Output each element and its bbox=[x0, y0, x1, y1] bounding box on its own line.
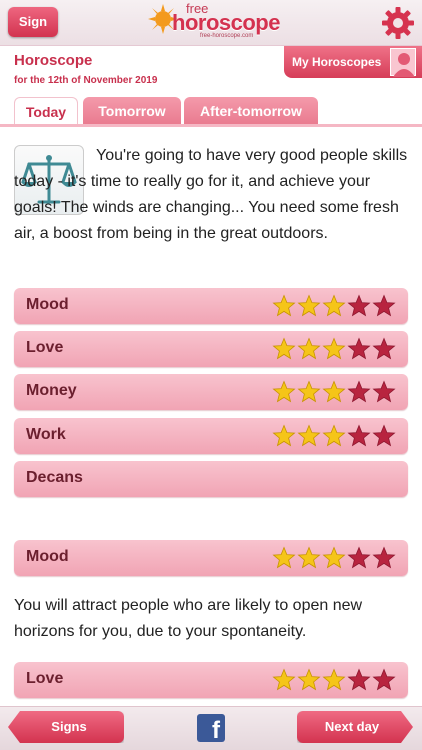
horoscope-text: You're going to have very good people sk… bbox=[14, 147, 408, 242]
rating-row-mood[interactable]: Mood bbox=[14, 288, 408, 324]
detail-row-mood[interactable]: Mood bbox=[14, 540, 408, 576]
star-filled-icon bbox=[297, 424, 321, 447]
star-filled-icon bbox=[297, 294, 321, 317]
rating-label: Mood bbox=[26, 296, 69, 313]
detail-row-love[interactable]: Love bbox=[14, 662, 408, 698]
star-rating bbox=[272, 668, 396, 692]
rating-row-work[interactable]: Work bbox=[14, 418, 408, 454]
star-empty-icon bbox=[347, 668, 371, 691]
star-empty-icon bbox=[372, 337, 396, 360]
sign-button[interactable]: Sign bbox=[8, 7, 58, 37]
star-filled-icon bbox=[322, 294, 346, 317]
star-filled-icon bbox=[272, 546, 296, 569]
rating-row-money[interactable]: Money bbox=[14, 374, 408, 410]
my-horoscopes-label: My Horoscopes bbox=[292, 55, 382, 69]
rating-label: Decans bbox=[26, 469, 83, 486]
star-filled-icon bbox=[272, 380, 296, 403]
detail-label: Mood bbox=[26, 548, 69, 565]
star-empty-icon bbox=[372, 546, 396, 569]
tab-today[interactable]: Today bbox=[14, 97, 78, 125]
star-empty-icon bbox=[347, 294, 371, 317]
rating-label: Money bbox=[26, 382, 77, 399]
page-date: for the 12th of November 2019 bbox=[14, 75, 158, 86]
star-empty-icon bbox=[372, 668, 396, 691]
rating-row-love[interactable]: Love bbox=[14, 331, 408, 367]
my-horoscopes-button[interactable]: My Horoscopes bbox=[284, 46, 422, 78]
star-empty-icon bbox=[347, 337, 371, 360]
star-filled-icon bbox=[322, 337, 346, 360]
star-rating bbox=[272, 424, 396, 448]
star-empty-icon bbox=[347, 424, 371, 447]
star-filled-icon bbox=[297, 546, 321, 569]
star-empty-icon bbox=[347, 380, 371, 403]
star-empty-icon bbox=[347, 546, 371, 569]
star-filled-icon bbox=[272, 337, 296, 360]
facebook-icon[interactable]: f bbox=[197, 714, 225, 742]
signs-button[interactable]: Signs bbox=[8, 711, 124, 743]
avatar bbox=[390, 48, 416, 77]
star-filled-icon bbox=[272, 294, 296, 317]
mood-detail-text: You will attract people who are likely t… bbox=[14, 597, 363, 640]
star-rating bbox=[272, 294, 396, 318]
tab-tomorrow[interactable]: Tomorrow bbox=[83, 97, 181, 125]
star-rating bbox=[272, 546, 396, 570]
star-rating bbox=[272, 380, 396, 404]
gear-icon[interactable] bbox=[381, 6, 415, 40]
star-empty-icon bbox=[372, 294, 396, 317]
user-icon bbox=[393, 53, 415, 77]
star-filled-icon bbox=[322, 668, 346, 691]
star-rating bbox=[272, 337, 396, 361]
star-filled-icon bbox=[297, 668, 321, 691]
star-filled-icon bbox=[322, 546, 346, 569]
tab-divider bbox=[0, 124, 422, 127]
rating-label: Love bbox=[26, 339, 64, 356]
star-filled-icon bbox=[297, 380, 321, 403]
logo-sub-text: free-horoscope.com bbox=[200, 33, 254, 39]
page-title: Horoscope bbox=[14, 52, 93, 69]
star-filled-icon bbox=[272, 424, 296, 447]
star-filled-icon bbox=[322, 380, 346, 403]
star-filled-icon bbox=[272, 668, 296, 691]
logo: free horoscope free-horoscope.com bbox=[148, 0, 280, 44]
star-filled-icon bbox=[297, 337, 321, 360]
rating-row-decans[interactable]: Decans bbox=[14, 461, 408, 497]
detail-label: Love bbox=[26, 670, 64, 687]
star-empty-icon bbox=[372, 380, 396, 403]
rating-label: Work bbox=[26, 426, 66, 443]
star-filled-icon bbox=[322, 424, 346, 447]
star-empty-icon bbox=[372, 424, 396, 447]
next-day-button[interactable]: Next day bbox=[297, 711, 413, 743]
tab-after-tomorrow[interactable]: After-tomorrow bbox=[184, 97, 318, 125]
